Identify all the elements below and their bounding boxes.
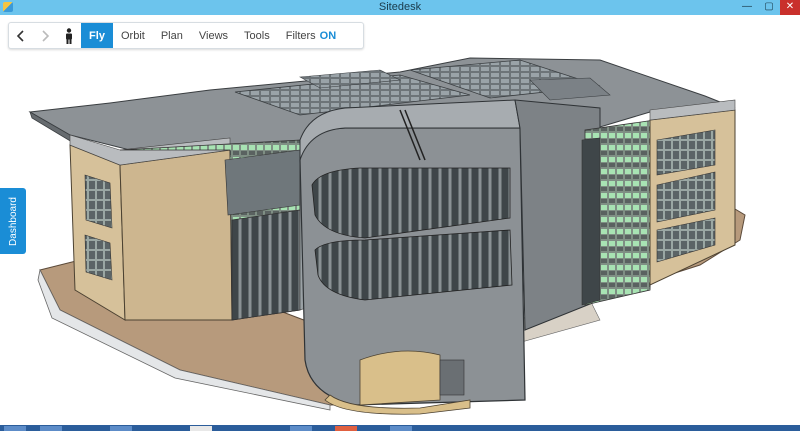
close-button[interactable]: ✕ [780,0,800,15]
taskbar-app-icon[interactable] [390,426,412,431]
filters-state: ON [319,29,337,42]
person-icon [66,27,72,44]
building-model [28,57,746,415]
filters-toggle[interactable]: Filters ON [278,23,344,48]
maximize-button[interactable]: ▢ [758,0,780,15]
taskbar-app-icon[interactable] [290,426,312,431]
title-bar: Sitedesk — ▢ ✕ [0,0,800,15]
tab-tools[interactable]: Tools [236,23,278,48]
forward-button[interactable] [33,23,57,48]
tab-fly[interactable]: Fly [81,23,113,48]
window-title: Sitedesk [378,1,422,13]
3d-viewport[interactable] [0,15,800,425]
dashboard-label: Dashboard [7,196,19,246]
filters-label: Filters [285,29,316,42]
chevron-right-icon [42,29,50,42]
taskbar-app-icon[interactable] [110,426,132,431]
chevron-left-icon [16,29,24,42]
minimize-button[interactable]: — [736,0,758,15]
taskbar-app-icon[interactable] [190,426,212,431]
tab-plan[interactable]: Plan [153,23,191,48]
back-button[interactable] [9,23,33,48]
taskbar-app-icon[interactable] [40,426,62,431]
taskbar-app-icon[interactable] [4,426,26,431]
walk-mode-button[interactable] [57,23,81,48]
dashboard-tab[interactable]: Dashboard [0,188,26,254]
tab-orbit[interactable]: Orbit [113,23,153,48]
tab-views[interactable]: Views [191,23,236,48]
taskbar-app-icon[interactable] [335,426,357,431]
navigation-toolbar: Fly Orbit Plan Views Tools Filters ON [8,22,364,49]
